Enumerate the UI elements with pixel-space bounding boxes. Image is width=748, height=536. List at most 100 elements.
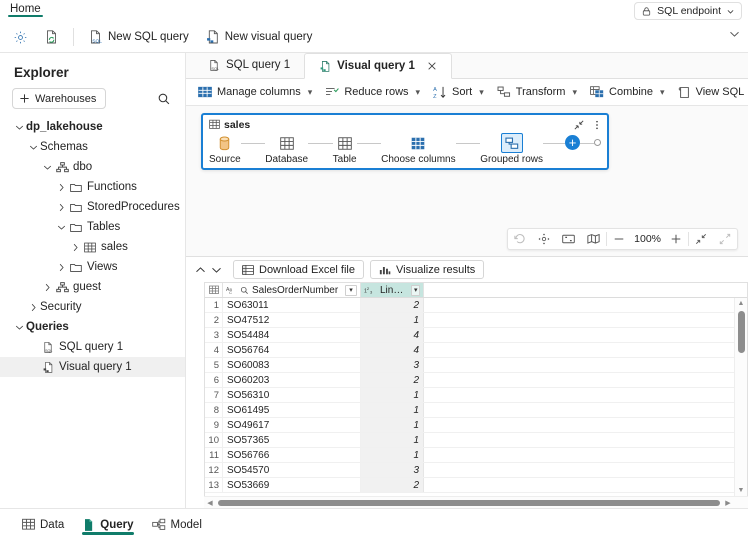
table-row[interactable]: 4 SO56764 4 [205, 343, 747, 358]
step-source[interactable]: Source [209, 133, 241, 165]
reset-icon[interactable] [508, 229, 532, 249]
tree-item-queries[interactable]: Queries [0, 317, 185, 337]
close-icon[interactable] [427, 61, 437, 71]
reduce-rows-button[interactable]: Reduce rows ▾ [319, 83, 426, 101]
tree-item-label: guest [73, 281, 102, 293]
tree-item-tables[interactable]: Tables [0, 217, 185, 237]
scroll-up-arrow-icon[interactable]: ▲ [735, 298, 747, 309]
table-row[interactable]: 12 SO54570 3 [205, 463, 747, 478]
manage-columns-button[interactable]: Manage columns ▾ [192, 83, 318, 101]
tree-item-dbo[interactable]: dbo [0, 157, 185, 177]
scroll-down-arrow-icon[interactable]: ▼ [735, 485, 747, 496]
tree-item-guest[interactable]: guest [0, 277, 185, 297]
scrollbar-thumb-horizontal[interactable] [218, 500, 720, 506]
chevron-down-icon[interactable] [211, 266, 224, 274]
add-step-button[interactable]: + [565, 135, 581, 150]
query-page-icon [82, 518, 95, 532]
status-tab-model[interactable]: Model [151, 510, 202, 536]
chevron-right-icon[interactable] [54, 263, 68, 272]
recenter-icon[interactable] [532, 229, 556, 249]
select-all-grid-icon[interactable] [205, 283, 223, 297]
results-toolbar: Download Excel file Visualize results [186, 257, 748, 282]
more-options-icon[interactable] [592, 120, 602, 130]
chevron-down-icon[interactable] [26, 144, 40, 151]
step-grouped-rows[interactable]: Grouped rows [480, 133, 543, 165]
zoom-in-button[interactable] [664, 229, 688, 249]
tree-item-views[interactable]: Views [0, 257, 185, 277]
column-header-lineitems[interactable]: 1 2 3 LineItems ▾ [361, 283, 424, 297]
collapse-ribbon-button[interactable] [729, 30, 740, 38]
grid-horizontal-scrollbar[interactable]: ◀ ▶ [204, 496, 748, 508]
chevron-down-icon[interactable]: ▾ [345, 284, 357, 296]
step-database[interactable]: Database [265, 133, 308, 165]
status-tab-data[interactable]: Data [22, 510, 64, 536]
tree-item-schemas[interactable]: Schemas [0, 137, 185, 157]
step-table[interactable]: Table [333, 133, 357, 165]
expand-diagonal-icon[interactable] [713, 229, 737, 249]
mini-map-icon[interactable] [581, 229, 606, 249]
new-visual-query-button[interactable]: New visual query [198, 26, 320, 48]
warehouses-button[interactable]: Warehouses [12, 88, 107, 109]
chevron-right-icon[interactable] [68, 243, 82, 252]
grid-vertical-scrollbar[interactable]: ▲ ▼ [734, 298, 747, 496]
chevron-right-icon[interactable] [54, 203, 68, 212]
table-row[interactable]: 11 SO56766 1 [205, 448, 747, 463]
ribbon-tab-home[interactable]: Home [8, 0, 43, 17]
sort-button[interactable]: A Z Sort ▾ [427, 83, 490, 102]
fit-to-screen-icon[interactable] [556, 229, 581, 249]
chevron-down-icon[interactable] [12, 124, 26, 131]
table-row[interactable]: 5 SO60083 3 [205, 358, 747, 373]
view-sql-button[interactable]: View SQL [672, 83, 748, 102]
column-header-salesordernumber[interactable]: A B C SalesOrderNumber ▾ [223, 283, 361, 297]
table-row[interactable]: 8 SO61495 1 [205, 403, 747, 418]
tree-item-storedprocedures[interactable]: StoredProcedures [0, 197, 185, 217]
zoom-out-button[interactable] [607, 229, 631, 249]
tab-visual-query-1[interactable]: Visual query 1 [304, 53, 452, 79]
chevron-up-icon[interactable] [195, 266, 208, 274]
cell-empty [424, 343, 747, 357]
table-row[interactable]: 7 SO56310 1 [205, 388, 747, 403]
collapse-arrows-icon[interactable] [574, 120, 584, 130]
scroll-right-arrow-icon[interactable]: ▶ [722, 499, 734, 507]
tree-item-visual-query-1[interactable]: Visual query 1 [0, 357, 185, 377]
table-row[interactable]: 10 SO57365 1 [205, 433, 747, 448]
table-row[interactable]: 3 SO54484 4 [205, 328, 747, 343]
connector-dot-icon[interactable] [594, 139, 602, 146]
visualize-results-button[interactable]: Visualize results [370, 260, 485, 279]
download-excel-file-button[interactable]: Download Excel file [233, 260, 364, 279]
sql-endpoint-selector[interactable]: SQL endpoint [634, 2, 742, 20]
query-node-sales[interactable]: sales Source Database Table Choose colum… [201, 113, 609, 170]
table-row[interactable]: 13 SO53669 2 [205, 478, 747, 493]
chevron-right-icon[interactable] [40, 283, 54, 292]
chevron-down-icon[interactable]: ▾ [411, 284, 420, 296]
tree-item-sales[interactable]: sales [0, 237, 185, 257]
combine-button[interactable]: Combine ▾ [584, 83, 671, 101]
zoom-level-label[interactable]: 100% [631, 233, 664, 245]
tree-item-sql-query-1[interactable]: SQL SQL query 1 [0, 337, 185, 357]
grid-body[interactable]: 1 SO63011 2 2 SO47512 1 3 SO54484 4 4 SO56764 4 5 SO6… [205, 298, 747, 496]
settings-gear-button[interactable] [6, 27, 35, 48]
tree-item-dp-lakehouse[interactable]: dp_lakehouse [0, 117, 185, 137]
tree-item-functions[interactable]: Functions [0, 177, 185, 197]
search-icon[interactable] [157, 92, 171, 106]
table-row[interactable]: 1 SO63011 2 [205, 298, 747, 313]
table-row[interactable]: 9 SO49617 1 [205, 418, 747, 433]
chevron-right-icon[interactable] [26, 303, 40, 312]
collapse-diagonal-icon[interactable] [689, 229, 713, 249]
chevron-down-icon[interactable] [12, 324, 26, 331]
chevron-down-icon[interactable] [40, 164, 54, 171]
query-canvas[interactable]: sales Source Database Table Choose colum… [186, 106, 748, 256]
new-sql-query-button[interactable]: SQL New SQL query [81, 26, 196, 48]
refresh-page-button[interactable] [37, 26, 66, 48]
scroll-left-arrow-icon[interactable]: ◀ [204, 499, 216, 507]
chevron-down-icon[interactable] [54, 224, 68, 231]
transform-button[interactable]: Transform ▾ [491, 83, 583, 101]
chevron-right-icon[interactable] [54, 183, 68, 192]
tab-sql-query-1[interactable]: SQL SQL query 1 [194, 52, 304, 78]
tree-item-security[interactable]: Security [0, 297, 185, 317]
table-row[interactable]: 6 SO60203 2 [205, 373, 747, 388]
scrollbar-thumb[interactable] [738, 311, 745, 353]
status-tab-query[interactable]: Query [82, 510, 134, 536]
table-row[interactable]: 2 SO47512 1 [205, 313, 747, 328]
step-choose-columns[interactable]: Choose columns [381, 133, 456, 165]
